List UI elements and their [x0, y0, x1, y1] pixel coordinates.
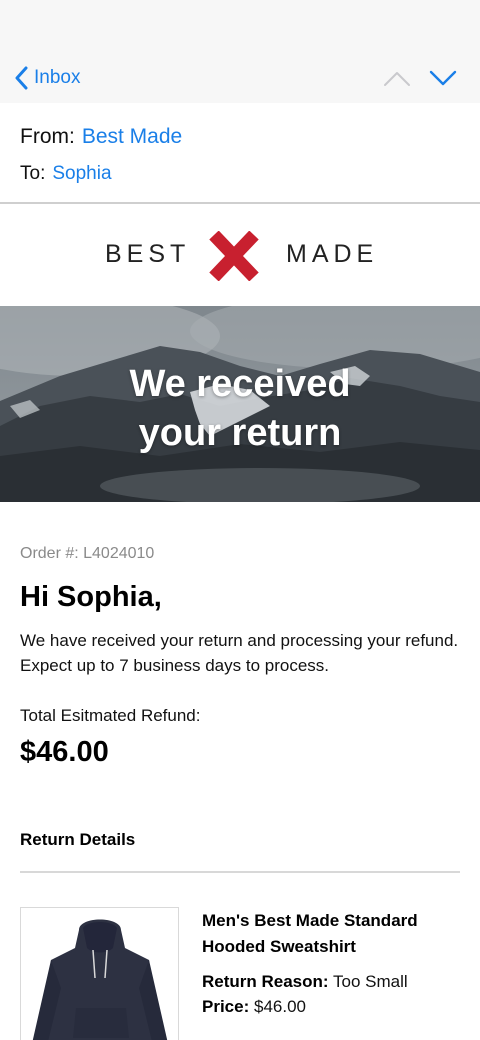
product-name[interactable]: Men's Best Made Standard Hooded Sweatshi… [202, 908, 460, 960]
chevron-up-icon [384, 72, 410, 86]
brand-word-made: MADE [286, 240, 379, 268]
sender-link[interactable]: Best Made [82, 125, 182, 149]
price-label: Price: [202, 997, 250, 1016]
back-label: Inbox [34, 67, 81, 88]
brand-logo: BEST MADE [0, 204, 480, 306]
to-row: To: Sophia [20, 163, 112, 185]
return-reason-value: Too Small [333, 972, 408, 991]
refund-label: Total Esitmated Refund: [20, 706, 201, 725]
product-image[interactable] [20, 907, 179, 1040]
greeting: Hi Sophia, [20, 581, 162, 613]
from-label: From: [20, 125, 75, 148]
price-value: $46.00 [253, 997, 306, 1016]
mail-nav-bar: Inbox [0, 52, 480, 103]
from-row: From: Best Made [20, 125, 182, 149]
brand-word-best: BEST [105, 240, 191, 268]
hero-title-line-2: your return [138, 412, 342, 454]
back-to-inbox-button[interactable]: Inbox [14, 64, 80, 92]
chevron-left-icon [15, 66, 28, 90]
next-message-button[interactable] [428, 66, 458, 90]
section-divider [20, 871, 460, 873]
chevron-down-icon [429, 70, 457, 86]
recipient-link[interactable]: Sophia [52, 163, 111, 185]
return-reason-label: Return Reason: [202, 972, 329, 991]
order-number: Order #: L4024010 [20, 545, 155, 562]
return-reason: Return Reason: Too Small [202, 972, 408, 992]
product-price: Price: $46.00 [202, 997, 306, 1017]
mail-header: From: Best Made To: Sophia [0, 103, 480, 203]
brand-x-icon [209, 231, 259, 281]
refund-amount: $46.00 [20, 736, 109, 768]
return-details-heading: Return Details [20, 830, 136, 849]
hoodie-image [32, 919, 168, 1040]
previous-message-button[interactable] [382, 66, 412, 90]
hero-title-line-1: We received [129, 363, 351, 405]
body-message: We have received your return and process… [20, 631, 459, 675]
hero-title: We received your return [0, 360, 480, 458]
hero-banner: We received your return [0, 306, 480, 502]
to-label: To: [20, 163, 46, 184]
status-bar-area [0, 0, 480, 52]
